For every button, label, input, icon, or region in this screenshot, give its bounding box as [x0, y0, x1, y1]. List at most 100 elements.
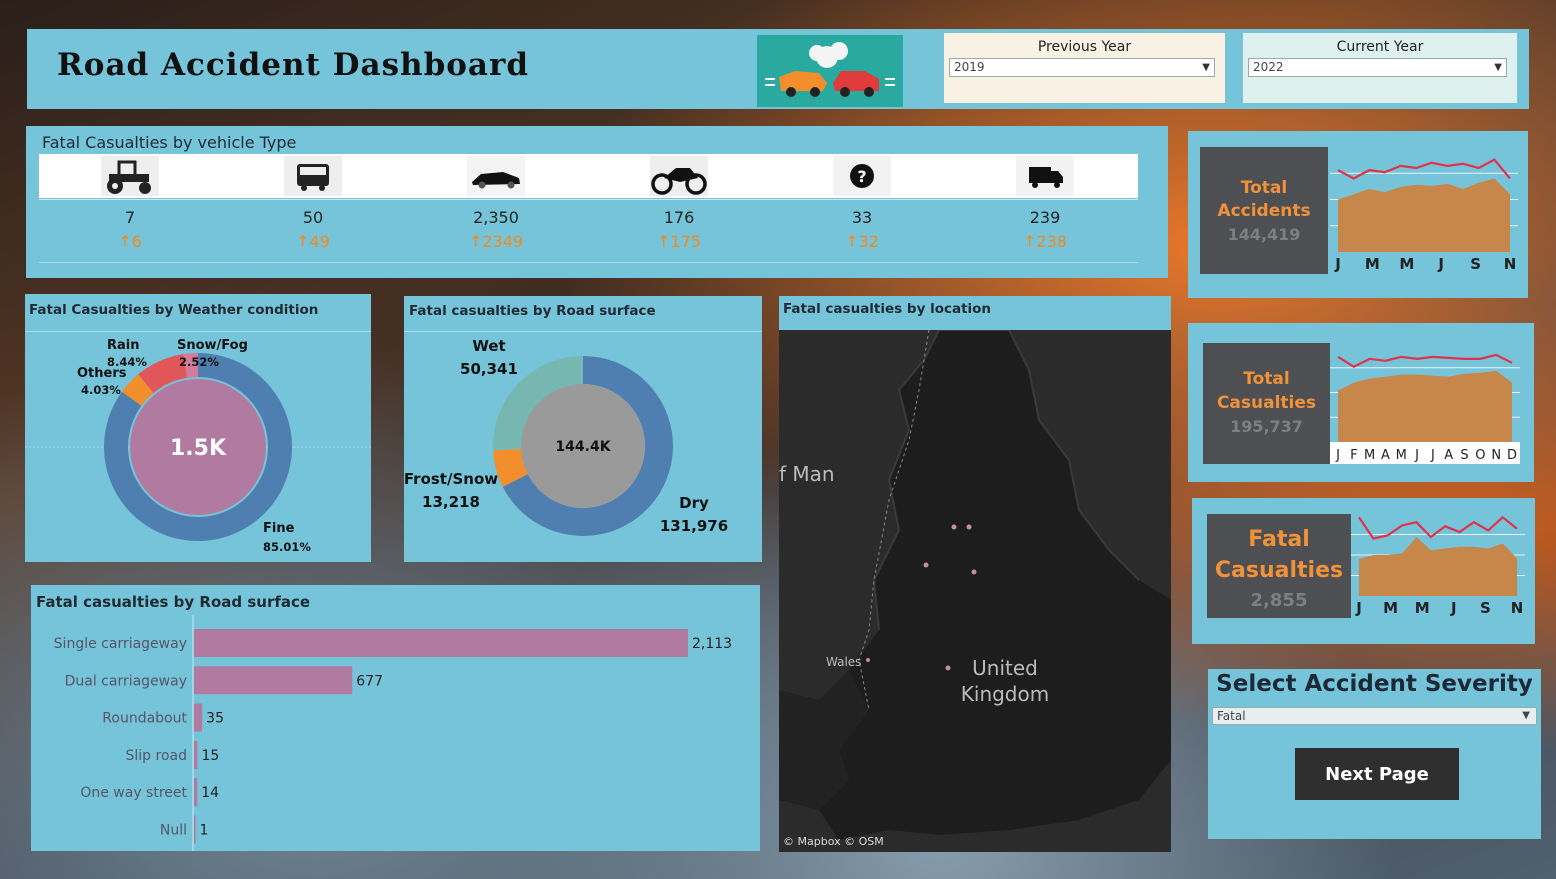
- sparkline-month-label: F: [1350, 448, 1357, 463]
- sparkline-month-label: M: [1383, 599, 1398, 617]
- bar-value-label: 15: [202, 748, 220, 764]
- car-crash-icon: [757, 35, 903, 107]
- motorcycle-icon: [650, 156, 708, 196]
- sparkline-month-label: S: [1460, 448, 1468, 463]
- previous-year-label: Previous Year: [1037, 39, 1132, 55]
- tractor-icon: [101, 156, 159, 196]
- sparkline-month-label: J: [1335, 448, 1340, 463]
- vehicle-value-car: 2,350: [473, 208, 519, 227]
- sparkline-area: [1338, 370, 1512, 442]
- chevron-down-icon: ▼: [1202, 62, 1210, 73]
- kpi-fatal-casualties-sparkline: J MM J S N: [1351, 514, 1525, 618]
- weather-pct: 4.03%: [81, 383, 121, 397]
- chevron-down-icon: ▼: [1522, 710, 1530, 721]
- road-label: Frost/Snow: [404, 470, 498, 488]
- vehicle-value-other: 33: [851, 208, 873, 227]
- road-surface-donut-chart: 144.4K Dry 131,976 Frost/Snow 13,218 Wet 50,34…: [404, 337, 728, 536]
- location-map[interactable]: f Man Wales United Kingdom © Mapbox © OSM: [779, 330, 1171, 852]
- bar-category-label: Dual carriageway: [65, 673, 187, 689]
- bar: [194, 815, 196, 844]
- kpi-value: 144,419: [1227, 225, 1301, 244]
- vehicle-delta-car: ↑2349: [468, 232, 524, 251]
- vehicle-delta-van: ↑238: [1023, 232, 1067, 251]
- map-attribution: © Mapbox © OSM: [783, 835, 884, 848]
- weather-label: Snow/Fog: [177, 338, 248, 353]
- kpi-fatal-casualties-box: Fatal Casualties 2,855: [1207, 514, 1351, 618]
- vehicle-delta-other: ↑32: [845, 232, 879, 251]
- vehicle-icon-strip: [39, 154, 1138, 198]
- map-label-wales: Wales: [826, 655, 862, 669]
- bar-category-label: One way street: [80, 785, 187, 801]
- severity-value: Fatal: [1217, 709, 1246, 723]
- previous-year-filter: Previous Year 2019 ▼: [944, 33, 1225, 103]
- current-year-select[interactable]: 2022 ▼: [1248, 58, 1507, 77]
- sparkline-month-label: J: [1334, 255, 1341, 273]
- weather-panel-title: Fatal Casualties by Weather condition: [29, 302, 319, 318]
- sparkline-month-label: J: [1430, 448, 1435, 463]
- kpi-total-accidents-box: Total Accidents 144,419: [1200, 147, 1328, 274]
- weather-label: Rain: [107, 338, 140, 353]
- next-page-button[interactable]: Next Page: [1295, 748, 1459, 800]
- weather-pct: 2.52%: [179, 355, 219, 369]
- sparkline-month-label: M: [1399, 255, 1414, 273]
- weather-panel: Fatal Casualties by Weather condition 1.…: [25, 294, 371, 562]
- sparkline-month-label: N: [1504, 255, 1517, 273]
- sparkline-month-label: N: [1511, 599, 1524, 617]
- sparkline-month-label: N: [1491, 448, 1501, 463]
- kpi-label: Fatal Casualties: [1214, 527, 1344, 583]
- sparkline-month-label: J: [1414, 448, 1419, 463]
- vehicle-value-tractor: 7: [124, 208, 136, 227]
- kpi-label: Total Accidents: [1217, 178, 1311, 221]
- bar: [194, 778, 198, 807]
- dashboard-title: Road Accident Dashboard: [57, 47, 530, 83]
- location-panel: Fatal casualties by location f Man Wales…: [779, 296, 1171, 852]
- question-icon: ?: [833, 156, 891, 196]
- sparkline-month-label: O: [1475, 448, 1485, 463]
- road-type-bar-panel: Fatal casualties by Road surface Single …: [31, 585, 760, 851]
- chevron-down-icon: ▼: [1494, 62, 1502, 73]
- map-label-sea: f Man: [779, 462, 835, 486]
- sparkline-month-label: M: [1365, 255, 1380, 273]
- svg-text:?: ?: [857, 167, 866, 186]
- kpi-total-casualties-box: Total Casualties 195,737: [1203, 343, 1330, 464]
- sparkline-month-label: S: [1480, 599, 1491, 617]
- kpi-total-accidents: Total Accidents 144,419 J M M J S N: [1188, 131, 1528, 298]
- weather-pct: 85.01%: [263, 540, 311, 554]
- road-label: Wet: [472, 337, 505, 355]
- sparkline-month-label: A: [1444, 448, 1453, 463]
- severity-select[interactable]: Fatal ▼: [1212, 707, 1537, 725]
- map-label-country: United Kingdom: [960, 656, 1050, 706]
- bar-panel-title: Fatal casualties by Road surface: [36, 593, 311, 611]
- location-panel-title: Fatal casualties by location: [783, 301, 992, 317]
- road-surface-panel-title: Fatal casualties by Road surface: [409, 303, 656, 319]
- weather-donut-chart: 1.5KFine85.01%Others4.03%Rain8.44%Snow/F…: [25, 338, 371, 554]
- vehicle-value-motorcycle: 176: [663, 208, 695, 227]
- weather-center-value: 1.5K: [170, 436, 227, 461]
- vehicle-value-van: 239: [1029, 208, 1061, 227]
- bus-icon: [284, 156, 342, 196]
- sparkline-month-label: M: [1396, 448, 1407, 463]
- header-panel: Road Accident Dashboard Previous Year 20…: [27, 29, 1529, 109]
- car-icon: [467, 156, 525, 196]
- vehicle-panel-title: Fatal Casualties by vehicle Type: [42, 133, 297, 152]
- vehicle-type-panel: Fatal Casualties by vehicle Type ? 7 50 …: [26, 126, 1168, 278]
- previous-year-select[interactable]: 2019 ▼: [949, 58, 1215, 77]
- vehicle-delta-bus: ↑49: [296, 232, 330, 251]
- bar-value-label: 1: [200, 823, 209, 839]
- bar-value-label: 2,113: [692, 636, 732, 652]
- bar-category-label: Null: [160, 823, 187, 839]
- weather-label: Fine: [263, 521, 295, 536]
- sparkline-month-label: M: [1415, 599, 1430, 617]
- sparkline-month-label: J: [1355, 599, 1362, 617]
- vehicle-delta-tractor: ↑6: [118, 232, 142, 251]
- kpi-total-casualties-sparkline: JFMAMJJASOND: [1330, 343, 1520, 464]
- weather-pct: 8.44%: [107, 355, 147, 369]
- sparkline-month-label: D: [1507, 448, 1517, 463]
- sparkline-month-label: M: [1364, 448, 1375, 463]
- bar-category-label: Slip road: [126, 748, 187, 764]
- kpi-label: Total Casualties: [1216, 369, 1317, 413]
- sparkline-month-label: A: [1381, 448, 1390, 463]
- current-year-filter: Current Year 2022 ▼: [1243, 33, 1517, 103]
- bar-value-label: 677: [356, 673, 383, 689]
- bar-category-label: Roundabout: [102, 711, 187, 727]
